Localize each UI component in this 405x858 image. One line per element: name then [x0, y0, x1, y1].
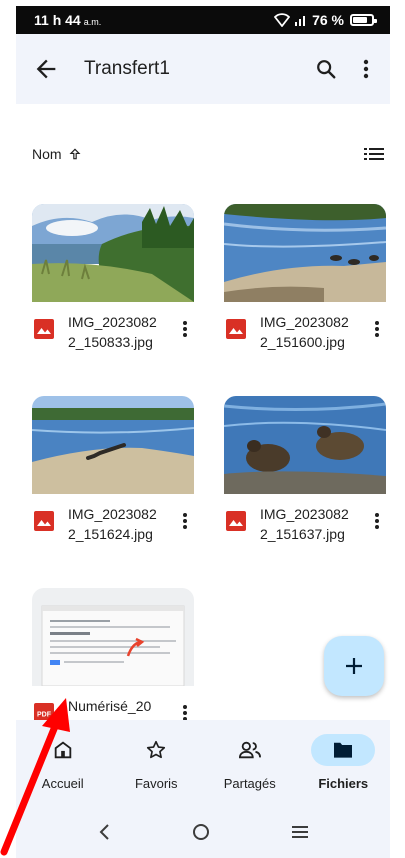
file-item[interactable]: IMG_2023082 2_151637.jpg [224, 396, 386, 554]
file-item[interactable]: IMG_2023082 2_150833.jpg [32, 204, 194, 362]
app-bar: Transfert1 [16, 34, 390, 104]
list-view-icon[interactable] [364, 146, 384, 162]
image-file-icon [34, 511, 54, 531]
more-vert-icon [183, 321, 187, 337]
more-vert-icon [363, 59, 369, 79]
file-more-button[interactable] [176, 506, 194, 536]
system-home-icon[interactable] [192, 823, 210, 841]
svg-text:PDF: PDF [37, 712, 52, 719]
status-bar: 11 h 44 a.m. 76 % [16, 6, 390, 34]
more-vert-icon [183, 513, 187, 529]
people-icon [238, 741, 261, 759]
more-options-button[interactable] [346, 49, 386, 89]
app-screen: 11 h 44 a.m. 76 % Transfert1 Nom IMG_202… [0, 0, 405, 858]
sort-label: Nom [32, 146, 62, 162]
file-thumbnail[interactable] [224, 204, 386, 302]
wifi-icon [274, 13, 291, 27]
nav-item-fichiers[interactable]: Fichiers [297, 720, 391, 806]
nav-label: Favoris [134, 776, 178, 791]
add-button[interactable] [324, 636, 384, 696]
folder-icon [334, 742, 353, 758]
nav-label: Accueil [41, 776, 84, 791]
sort-by-name-button[interactable]: Nom [32, 146, 82, 162]
file-name: IMG_2023082 2_151600.jpg [260, 314, 349, 350]
file-thumbnail[interactable] [32, 588, 194, 686]
signal-icon [295, 16, 306, 26]
nav-label: Fichiers [318, 776, 369, 791]
nav-item-favoris[interactable]: Favoris [110, 720, 204, 806]
system-navigation-bar [16, 806, 390, 858]
battery-percent: 76 % [312, 12, 344, 28]
file-thumbnail[interactable] [224, 396, 386, 494]
image-file-icon [226, 511, 246, 531]
file-more-button[interactable] [176, 314, 194, 344]
image-file-icon [226, 319, 246, 339]
system-back-icon[interactable] [97, 823, 111, 841]
battery-icon [350, 14, 377, 26]
file-item[interactable]: IMG_2023082 2_151600.jpg [224, 204, 386, 362]
arrow-up-icon [69, 148, 81, 160]
status-time: 11 h 44 a.m. [34, 12, 102, 28]
back-arrow-icon[interactable] [32, 55, 60, 83]
system-recents-icon[interactable] [291, 825, 309, 839]
file-more-button[interactable] [368, 314, 386, 344]
search-icon [317, 60, 336, 79]
bottom-navigation: Accueil Favoris Partagés Fichiers [16, 720, 390, 806]
file-name: IMG_2023082 2_151637.jpg [260, 506, 349, 542]
nav-label: Partagés [223, 776, 276, 791]
star-icon [147, 740, 166, 759]
nav-item-accueil[interactable]: Accueil [16, 720, 110, 806]
folder-title: Transfert1 [84, 58, 170, 79]
file-item[interactable]: IMG_2023082 2_151624.jpg [32, 396, 194, 554]
more-vert-icon [375, 321, 379, 337]
nav-item-partages[interactable]: Partagés [203, 720, 297, 806]
search-button[interactable] [306, 49, 346, 89]
file-more-button[interactable] [368, 506, 386, 536]
file-name: IMG_2023082 2_151624.jpg [68, 506, 157, 542]
file-thumbnail[interactable] [32, 396, 194, 494]
more-vert-icon [375, 513, 379, 529]
image-file-icon [34, 319, 54, 339]
sort-row: Nom [32, 142, 384, 166]
plus-icon [346, 658, 362, 674]
file-thumbnail[interactable] [32, 204, 194, 302]
home-icon [54, 741, 71, 759]
file-name: IMG_2023082 2_150833.jpg [68, 314, 157, 350]
